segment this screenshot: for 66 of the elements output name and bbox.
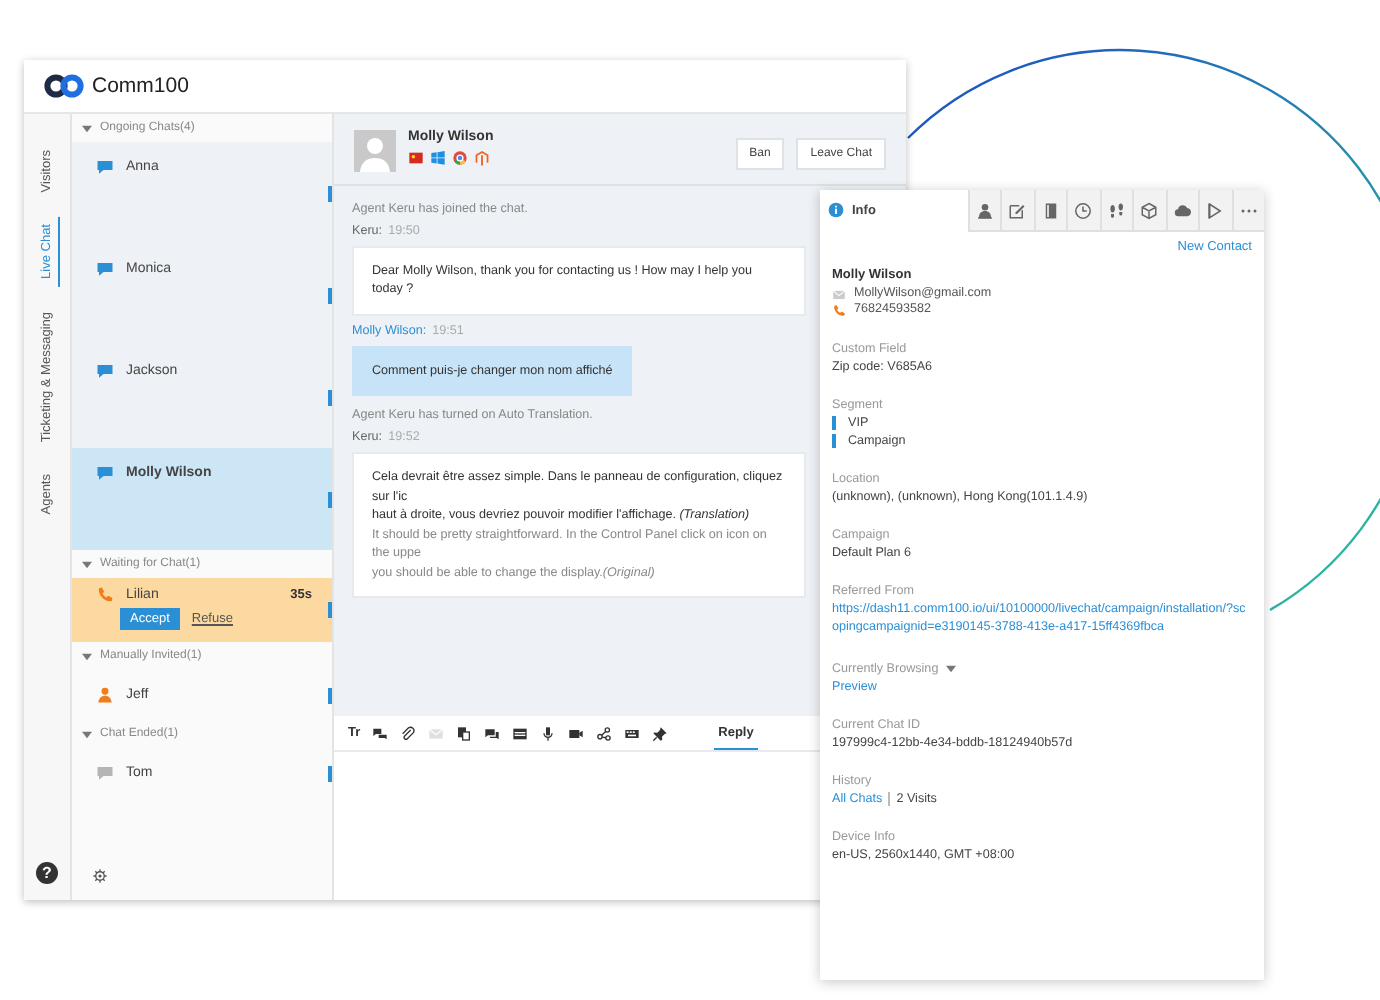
- footsteps-icon: [1107, 201, 1126, 219]
- chat-bubbles-icon: [372, 725, 389, 741]
- toolbar-button[interactable]: [482, 723, 503, 743]
- phone-icon: [96, 586, 114, 604]
- logo-icon: [44, 74, 84, 98]
- toolbar-button[interactable]: [454, 723, 475, 743]
- share-icon: [596, 725, 613, 741]
- info-icon: [828, 202, 844, 218]
- avatar: [354, 130, 396, 172]
- chat-bubble-icon: [96, 158, 114, 176]
- card-icon: [512, 725, 529, 741]
- caret-icon[interactable]: [82, 559, 92, 569]
- pin-icon: [652, 725, 669, 741]
- settings-icon[interactable]: [92, 868, 108, 884]
- chat-bubble-icon: [96, 464, 114, 482]
- toolbar-button[interactable]: [650, 723, 671, 743]
- panel-tab[interactable]: [1165, 190, 1198, 232]
- person-icon: [975, 201, 994, 219]
- panel-tab[interactable]: [1033, 190, 1066, 232]
- clock-icon: [1074, 201, 1093, 219]
- book-icon: [1041, 201, 1060, 219]
- edit-icon: [1008, 201, 1027, 219]
- item-marker: [328, 389, 332, 405]
- item-marker: [328, 491, 332, 507]
- dropdown-icon[interactable]: [946, 663, 957, 674]
- keyboard-icon: [624, 725, 641, 741]
- cube-icon: [1140, 201, 1159, 219]
- toolbar-button[interactable]: [510, 723, 531, 743]
- panel-tab[interactable]: [1132, 190, 1165, 232]
- flag-icon: [408, 150, 424, 166]
- caret-icon[interactable]: [82, 123, 92, 133]
- paperclip-icon: [400, 725, 417, 741]
- chat-bubbles-icon: [484, 725, 501, 741]
- panel-tab[interactable]: [1066, 190, 1099, 232]
- app-title: Comm100: [92, 74, 189, 98]
- panel-tab[interactable]: [1099, 190, 1132, 232]
- video-camera-icon: [568, 725, 585, 741]
- cloud-icon: [1173, 201, 1192, 219]
- caret-icon[interactable]: [82, 729, 92, 739]
- item-marker: [328, 765, 332, 781]
- toolbar-button[interactable]: [594, 723, 615, 743]
- person-icon: [96, 686, 114, 704]
- caret-icon[interactable]: [82, 651, 92, 661]
- toolbar-button[interactable]: [538, 723, 559, 743]
- panel-tab[interactable]: [1000, 190, 1033, 232]
- cube-logo-icon: [474, 150, 490, 166]
- help-icon[interactable]: ?: [36, 862, 58, 884]
- play-icon: [1206, 201, 1225, 219]
- microphone-icon: [540, 725, 557, 741]
- panel-tab[interactable]: [1198, 190, 1231, 232]
- item-marker: [328, 687, 332, 703]
- phone-icon: [832, 303, 846, 318]
- chat-bubble-icon: [96, 260, 114, 278]
- browser-icon: [452, 150, 468, 166]
- windows-icon: [430, 150, 446, 166]
- envelope-icon: [428, 725, 445, 741]
- item-marker: [328, 602, 332, 618]
- documents-icon: [456, 725, 473, 741]
- chat-bubble-icon: [96, 362, 114, 380]
- toolbar-button[interactable]: [398, 723, 419, 743]
- chat-bubble-icon: [96, 764, 114, 782]
- panel-tab[interactable]: [967, 190, 1000, 232]
- toolbar-button[interactable]: [370, 723, 391, 743]
- item-marker: [328, 287, 332, 303]
- item-marker: [328, 185, 332, 201]
- envelope-icon: [832, 287, 846, 302]
